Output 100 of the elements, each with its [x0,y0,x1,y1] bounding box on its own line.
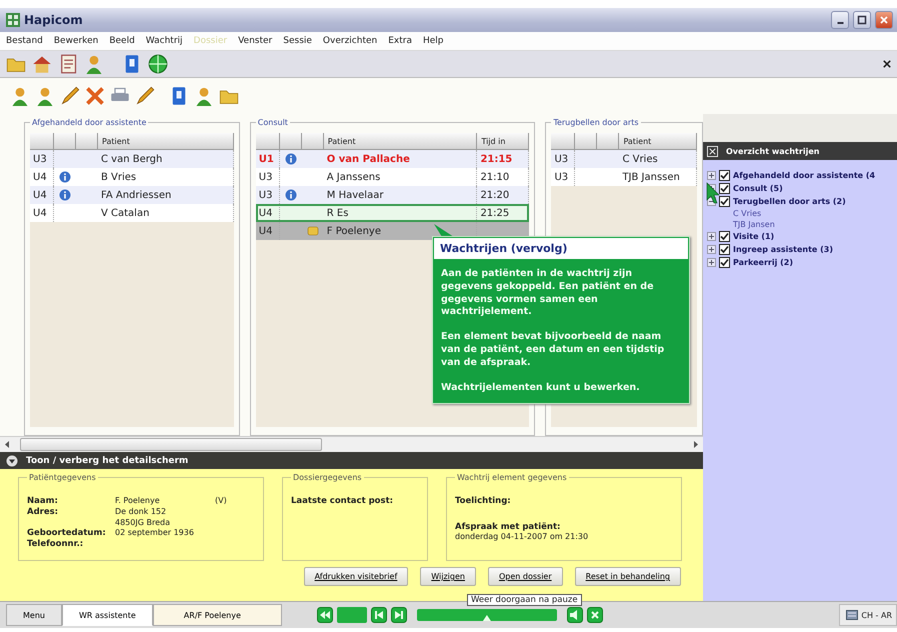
tree-item[interactable]: TJB Jansen [707,220,897,229]
previous-button[interactable] [370,607,387,623]
scrollbar-thumb[interactable] [20,438,322,451]
cross-icon[interactable] [85,86,105,106]
field-label: Naam: [27,496,59,506]
cursor-icon [706,182,720,204]
close-button[interactable] [875,11,893,29]
column-header[interactable] [256,133,280,150]
menu-item[interactable]: Overzichten [322,36,378,46]
checkbox[interactable] [719,257,730,268]
menu-item[interactable]: Venster [238,36,272,46]
menu-item[interactable]: Wachtrij [146,36,183,46]
column-header[interactable] [597,133,620,150]
column-header[interactable]: Patient [324,133,478,150]
maximize-icon [857,15,867,25]
person-icon[interactable] [35,86,55,106]
tree-item[interactable]: Visite (1) [733,232,774,241]
menu-item[interactable]: Help [422,36,444,46]
checkbox[interactable] [719,183,730,194]
field-value: 02 september 1936 [115,528,195,538]
column-header[interactable] [30,133,54,150]
volume-button[interactable] [566,607,583,623]
field-label: Adres: [27,507,60,517]
field-label: Telefoonnr.: [27,539,84,549]
person-icon[interactable] [10,86,30,106]
table-row[interactable]: U3 C Vries [551,150,697,168]
rewind-button[interactable] [316,607,333,623]
column-header[interactable] [302,133,324,150]
expand-icon[interactable] [707,258,716,267]
field-label: Geboortedatum: [27,528,107,538]
column-header[interactable] [551,133,576,150]
tray-text: CH - AR [861,610,892,620]
menu-item[interactable]: Beeld [109,36,135,46]
tray-item[interactable]: CH - AR [839,604,897,626]
checkbox[interactable] [719,231,730,242]
taskbar-tab[interactable]: WR assistente [62,604,153,626]
house-icon[interactable] [32,54,52,74]
column-header[interactable] [280,133,302,150]
panel-title: Consult [256,118,289,127]
maximize-button[interactable] [853,11,871,29]
table-row[interactable]: U3 C van Bergh [30,150,234,168]
expand-icon[interactable] [707,171,716,180]
checkbox[interactable] [719,170,730,181]
panel-title: Terugbellen door arts [552,118,640,127]
field-value: 4850JG Breda [115,518,171,527]
person-icon[interactable] [84,54,104,74]
table-row[interactable]: U3 M Havelaar 21:20 [256,186,530,204]
display-block [336,607,367,623]
keyboard-icon [846,610,858,620]
notepad-icon[interactable] [58,54,78,74]
tree-item[interactable]: C Vries [707,209,897,218]
column-header[interactable]: Tijd in [477,133,530,150]
globe-icon[interactable] [148,54,168,74]
pencil-icon[interactable] [135,86,155,106]
action-button[interactable]: Reset in behandeling [574,567,681,586]
table-row[interactable]: U4 F Poelenye [256,222,530,240]
detail-header[interactable]: Toon / verberg het detailscherm [0,452,703,469]
action-button[interactable]: Open dossier [488,567,563,586]
expand-icon[interactable] [707,232,716,241]
table-row[interactable]: U4 FA Andriessen [30,186,234,204]
progress-thumb[interactable] [482,615,491,621]
stop-button[interactable] [586,607,603,623]
close-icon[interactable] [883,60,891,68]
column-header[interactable]: Patient [98,133,234,150]
menu-item[interactable]: Bestand [6,36,43,46]
field-value: De donk 152 [115,507,168,517]
tree-item[interactable]: Consult (5) [733,184,783,193]
menu-item[interactable]: Extra [388,36,412,46]
tree-item[interactable]: Parkeerrij (2) [733,258,793,267]
field-label: Afspraak met patiënt: [455,522,562,532]
table-row[interactable]: U4 V Catalan [30,204,234,222]
column-header[interactable] [54,133,76,150]
table-row[interactable]: U3 TJB Janssen [551,168,697,186]
tree-item[interactable]: Afgehandeld door assistente (4 [733,171,876,180]
table-row[interactable]: U1 O van Pallache 21:15 [256,150,530,168]
expand-icon[interactable] [707,245,716,254]
minimize-button[interactable] [831,11,849,29]
checkbox[interactable] [719,196,730,207]
checkbox[interactable] [719,244,730,255]
person-icon[interactable] [194,86,214,106]
menu-item[interactable]: Bewerken [54,36,98,46]
panel-title: Overzicht wachtrijen [726,146,820,156]
action-button[interactable]: Wijzigen [420,567,476,586]
menu-item[interactable]: Sessie [283,36,312,46]
column-header[interactable]: Patient [619,133,697,150]
table-row[interactable]: U3 A Janssens 21:10 [256,168,530,186]
action-button[interactable]: Afdrukken visitebrief [304,567,408,586]
column-header[interactable] [575,133,598,150]
column-header[interactable] [76,133,98,150]
info-icon [59,171,71,183]
table-row[interactable]: U4 B Vries [30,168,234,186]
tree-item[interactable]: Ingreep assistente (3) [733,245,833,254]
pencil-icon[interactable] [60,86,80,106]
table-row[interactable]: U4 R Es 21:25 [256,204,530,222]
next-button[interactable] [390,607,407,623]
field-value: donderdag 04-11-2007 om 21:30 [455,532,590,541]
taskbar-tab[interactable]: Menu [6,604,62,626]
taskbar-tab[interactable]: AR/F Poelenye [152,604,282,626]
progress-track[interactable] [416,609,557,621]
tree-item[interactable]: Terugbellen door arts (2) [733,197,846,206]
